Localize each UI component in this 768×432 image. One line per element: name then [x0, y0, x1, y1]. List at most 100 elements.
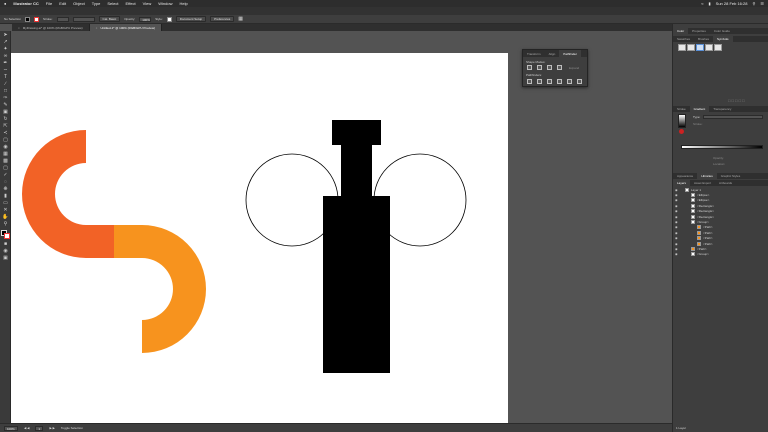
tab-asset-export[interactable]: Asset Export	[690, 180, 715, 186]
layer-row[interactable]: ◉ <Path>	[675, 225, 765, 230]
tab-color[interactable]: Color	[673, 28, 689, 34]
zoom-tool-icon[interactable]: ⚲	[2, 222, 9, 227]
width-tool-icon[interactable]: ≺	[2, 131, 9, 136]
screen-mode-icon[interactable]: ▣	[2, 256, 9, 261]
app-menu[interactable]: Illustrator CC	[13, 1, 38, 6]
scale-icon[interactable]: ⇱	[2, 124, 9, 129]
exclude-icon[interactable]	[557, 65, 562, 70]
unite-icon[interactable]	[527, 65, 532, 70]
layer-row[interactable]: ◉ Layer 1	[675, 187, 765, 192]
paintbrush-icon[interactable]: ✑	[2, 96, 9, 101]
menu-object[interactable]: Object	[73, 1, 85, 6]
visibility-eye-icon[interactable]: ◉	[675, 252, 679, 256]
visibility-eye-icon[interactable]: ◉	[675, 242, 679, 246]
wifi-icon[interactable]: ≈	[701, 1, 703, 6]
tab-mydrawing[interactable]: × MyDrawing.ai* @ 100% (RGB/GPU Preview)	[12, 24, 90, 31]
menu-select[interactable]: Select	[107, 1, 118, 6]
line-tool-icon[interactable]: ∕	[2, 82, 9, 87]
rectangle-tool-icon[interactable]: □	[2, 89, 9, 94]
canvas-area[interactable]	[11, 31, 672, 423]
hand-tool-icon[interactable]: ✋	[2, 215, 9, 220]
layer-row[interactable]: ◉ <Rectangle>	[675, 209, 765, 214]
menu-file[interactable]: File	[46, 1, 52, 6]
tab-brushes[interactable]: Brushes	[694, 36, 713, 42]
eraser-icon[interactable]: ▣	[2, 110, 9, 115]
blend-icon[interactable]: ◌	[2, 180, 9, 185]
brush-definition[interactable]: Cat. Basic	[98, 16, 121, 22]
tab-transparency[interactable]: Transparency	[709, 106, 735, 112]
visibility-eye-icon[interactable]: ◉	[675, 193, 679, 197]
visibility-eye-icon[interactable]: ◉	[675, 198, 679, 202]
symbol-thumb[interactable]	[705, 44, 713, 51]
layer-row[interactable]: ◉ <Group>	[675, 252, 765, 257]
expand-button[interactable]: Expand	[569, 66, 579, 70]
slice-icon[interactable]: ✕	[2, 208, 9, 213]
fill-stroke-indicator[interactable]	[1, 230, 10, 239]
document-setup-button[interactable]: Document Setup	[175, 16, 207, 22]
layer-row[interactable]: ◉ <Rectangle>	[675, 214, 765, 219]
tab-pathfinder[interactable]: Pathfinder	[559, 50, 581, 57]
intersect-icon[interactable]	[547, 65, 552, 70]
symbol-thumb[interactable]	[678, 44, 686, 51]
battery-icon[interactable]: ▮	[708, 1, 710, 6]
symbol-thumb[interactable]	[687, 44, 695, 51]
visibility-eye-icon[interactable]: ◉	[675, 215, 679, 219]
tab-properties[interactable]: Properties	[688, 28, 710, 34]
tab-appearance[interactable]: Appearance	[673, 173, 697, 179]
magic-wand-icon[interactable]: ✦	[2, 47, 9, 52]
layer-row[interactable]: ◉ <Path>	[675, 241, 765, 246]
divide-icon[interactable]	[527, 79, 532, 84]
eyedropper-icon[interactable]: ✓	[2, 173, 9, 178]
curvature-icon[interactable]: ∽	[2, 68, 9, 73]
orange-arc-top[interactable]	[22, 130, 114, 258]
column-graph-icon[interactable]: ▮	[2, 194, 9, 199]
pen-tool-icon[interactable]: ✒	[2, 61, 9, 66]
visibility-eye-icon[interactable]: ◉	[675, 204, 679, 208]
visibility-eye-icon[interactable]: ◉	[675, 247, 679, 251]
menu-edit[interactable]: Edit	[59, 1, 66, 6]
trim-icon[interactable]	[537, 79, 542, 84]
symbol-actions-icon[interactable]: □ □ □ □ □	[728, 98, 745, 103]
close-icon[interactable]: ×	[96, 26, 98, 30]
layer-row[interactable]: ◉ <Ellipse>	[675, 192, 765, 197]
close-icon[interactable]: ×	[18, 26, 20, 30]
tab-align[interactable]: Align	[545, 50, 560, 57]
clock[interactable]: Sun 28 Feb 16:28	[716, 1, 748, 6]
artboard[interactable]	[11, 53, 508, 423]
orange-arc-bottom[interactable]	[114, 225, 206, 353]
tab-transform[interactable]: Transform	[523, 50, 545, 57]
graphic-style-swatch[interactable]	[166, 16, 172, 22]
tab-layers[interactable]: Layers	[673, 180, 691, 186]
visibility-eye-icon[interactable]: ◉	[675, 220, 679, 224]
gradient-type-select[interactable]	[703, 115, 763, 119]
color-mode-icon[interactable]: ■	[2, 242, 9, 247]
rotate-icon[interactable]: ↻	[2, 117, 9, 122]
lasso-icon[interactable]: ∞	[2, 54, 9, 59]
gradient-preview[interactable]	[678, 114, 686, 128]
layer-row[interactable]: ◉ <Ellipse>	[675, 198, 765, 203]
layer-row[interactable]: ◉ <Rectangle>	[675, 203, 765, 208]
symbol-thumb[interactable]	[696, 44, 704, 51]
arrange-icon[interactable]: ▦	[238, 16, 243, 22]
symbol-thumb[interactable]	[714, 44, 722, 51]
tab-gradient[interactable]: Gradient	[689, 106, 710, 112]
layer-row[interactable]: ◉ <Path>	[675, 236, 765, 241]
gradient-fill-stroke-icon[interactable]	[679, 129, 684, 134]
artboard-nav-icon[interactable]: ◀ ◀	[24, 426, 29, 430]
minus-front-icon[interactable]	[537, 65, 542, 70]
menu-window[interactable]: Window	[158, 1, 172, 6]
rectangle-cap[interactable]	[332, 120, 381, 145]
menu-help[interactable]: Help	[179, 1, 187, 6]
layer-row[interactable]: ◉ <Path>	[675, 230, 765, 235]
tab-stroke[interactable]: Stroke	[673, 106, 690, 112]
direct-selection-icon[interactable]: ↗	[2, 40, 9, 45]
artboard-next-icon[interactable]: ▶ ▶	[49, 426, 54, 430]
preferences-button[interactable]: Preferences	[210, 16, 235, 22]
opacity-field[interactable]: 100%	[139, 16, 152, 22]
gradient-slider[interactable]	[681, 145, 763, 149]
crop-icon[interactable]	[557, 79, 562, 84]
search-icon[interactable]: ⚲	[752, 1, 755, 6]
minus-back-icon[interactable]	[577, 79, 582, 84]
tab-color-guide[interactable]: Color Guide	[710, 28, 734, 34]
tab-graphic-styles[interactable]: Graphic Styles	[717, 173, 745, 179]
